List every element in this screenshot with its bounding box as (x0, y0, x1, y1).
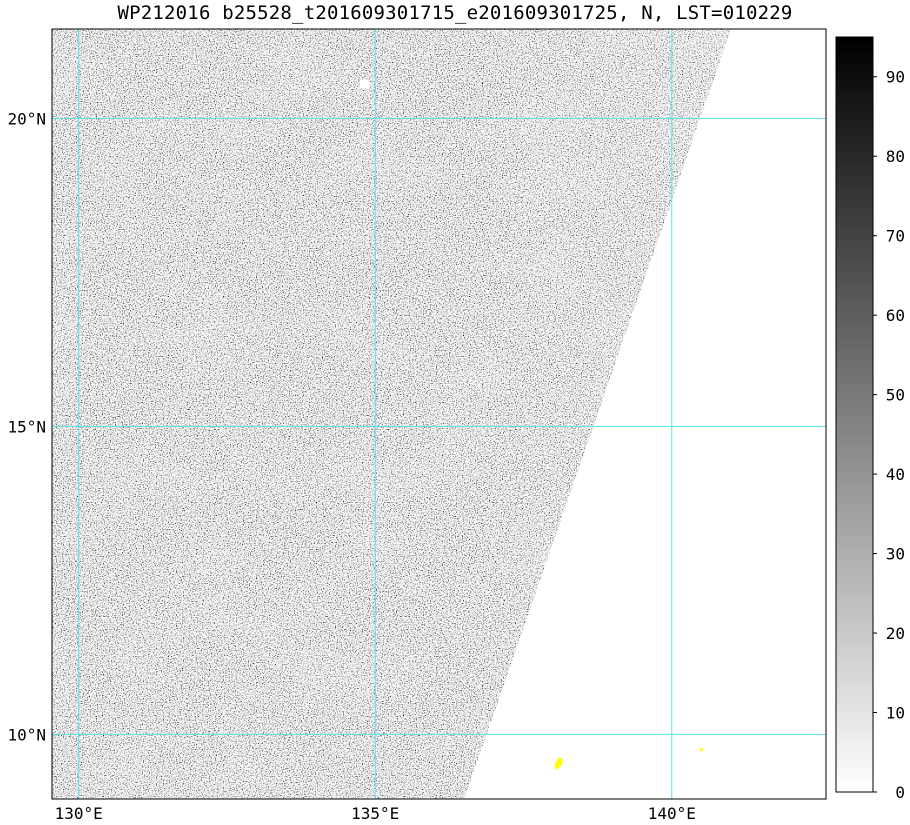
colorbar-tick-label: 50 (886, 386, 905, 405)
colorbar-tick-label: 90 (886, 68, 905, 87)
latitude-labels: 10°N 15°N 20°N (7, 109, 46, 744)
colorbar-tick-label: 80 (886, 147, 905, 166)
colorbar-gradient (835, 36, 874, 793)
colorbar-tick-label: 10 (886, 704, 905, 723)
colorbar-tick-label: 20 (886, 624, 905, 643)
latitude-label: 15°N (7, 417, 46, 436)
colorbar-ticks: 0 10 20 30 40 50 60 70 80 90 (873, 68, 905, 802)
colorbar: 0 10 20 30 40 50 60 70 80 90 (835, 36, 905, 802)
longitude-label: 130°E (55, 804, 103, 823)
map-figure: 130°E 135°E 140°E 10°N 15°N 20°N 0 10 20 30 40 50… (7, 28, 905, 823)
longitude-labels: 130°E 135°E 140°E (55, 804, 696, 823)
colorbar-tick-label: 70 (886, 227, 905, 246)
small-island-2 (699, 748, 703, 752)
longitude-label: 140°E (648, 804, 696, 823)
colorbar-tick-label: 30 (886, 545, 905, 564)
colorbar-tick-label: 60 (886, 306, 905, 325)
bright-pixel-patch (360, 80, 370, 88)
colorbar-tick-label: 0 (895, 783, 905, 802)
latitude-label: 20°N (7, 109, 46, 128)
latitude-label: 10°N (7, 725, 46, 744)
colorbar-tick-label: 40 (886, 465, 905, 484)
longitude-label: 135°E (351, 804, 399, 823)
